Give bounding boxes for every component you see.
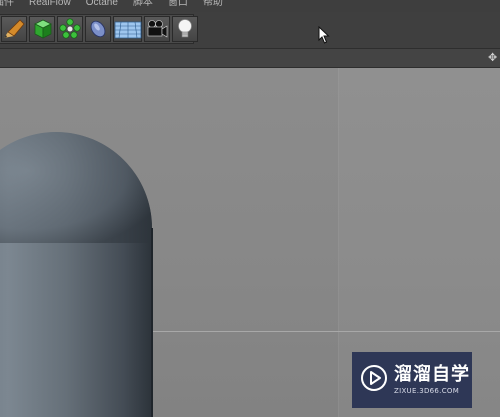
mouse-cursor-icon	[318, 25, 330, 48]
object-tool-group	[0, 14, 198, 44]
watermark-title: 溜溜自学	[394, 364, 470, 385]
toolbar	[0, 12, 500, 48]
camera-icon	[145, 18, 169, 40]
sweep-icon	[86, 18, 110, 40]
pencil-tool-button[interactable]	[1, 16, 27, 42]
menu-item-help[interactable]: 帮助	[203, 0, 223, 10]
sweep-button[interactable]	[85, 16, 111, 42]
floor-button[interactable]	[113, 16, 142, 42]
menu-item-plugins[interactable]: 插件	[0, 0, 14, 10]
viewport-3d[interactable]: 溜溜自学 ZIXUE.3D66.COM	[0, 68, 500, 417]
menu-bar: 插件 RealFlow Octane 脚本 窗口 帮助	[0, 0, 500, 12]
menu-item-script[interactable]: 脚本	[133, 0, 153, 10]
cube-deformer-icon	[30, 18, 54, 40]
cloner-icon	[58, 18, 82, 40]
camera-button[interactable]	[144, 16, 170, 42]
watermark: 溜溜自学 ZIXUE.3D66.COM	[352, 352, 472, 408]
menu-item-window[interactable]: 窗口	[168, 0, 188, 10]
cube-deformer-button[interactable]	[29, 16, 55, 42]
cloner-button[interactable]	[57, 16, 83, 42]
pencil-icon	[2, 18, 26, 40]
play-logo-icon	[360, 364, 388, 396]
light-bulb-icon	[173, 18, 197, 40]
move-view-icon[interactable]: ✥	[488, 51, 500, 65]
floor-grid-icon	[114, 18, 142, 40]
light-button[interactable]	[172, 16, 198, 42]
menu-item-octane[interactable]: Octane	[86, 0, 118, 10]
viewport-header: ✥	[0, 48, 500, 68]
watermark-url: ZIXUE.3D66.COM	[394, 387, 460, 395]
menu-item-realflow[interactable]: RealFlow	[29, 0, 71, 10]
